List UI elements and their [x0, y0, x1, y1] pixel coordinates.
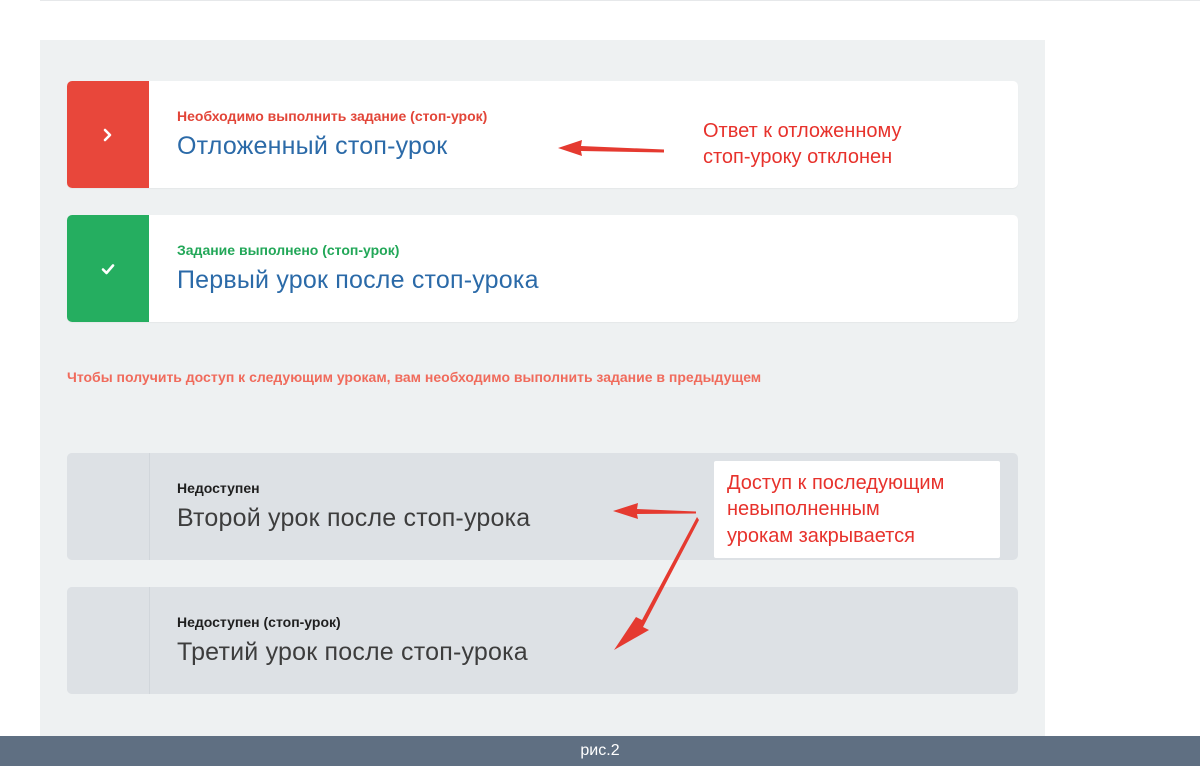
annotation-arrows	[558, 140, 699, 650]
arrow-to-second-lesson	[613, 503, 696, 519]
arrow-to-third-lesson	[614, 517, 699, 650]
arrow-to-deferred-lesson	[558, 140, 664, 156]
figure-caption: рис.2	[0, 736, 1200, 766]
